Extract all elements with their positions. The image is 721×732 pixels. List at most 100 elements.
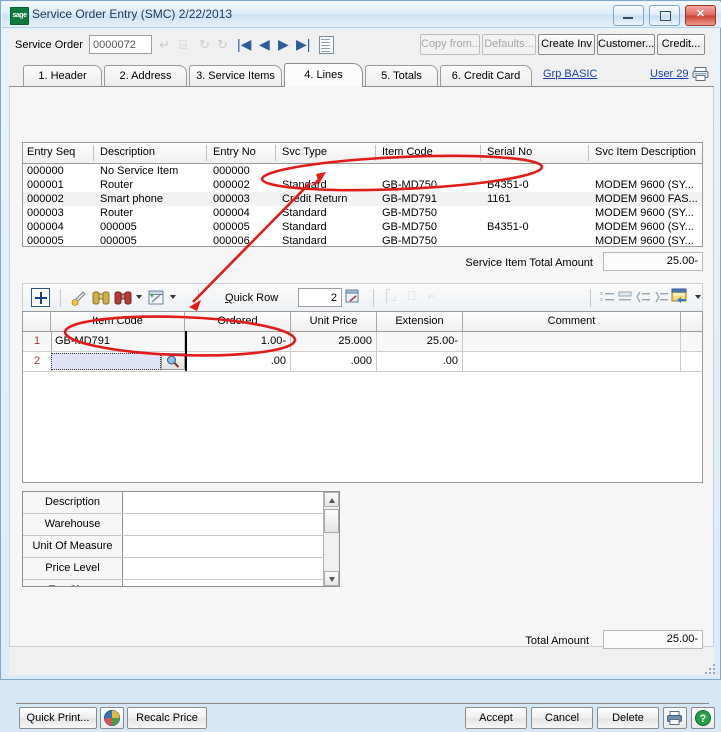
- nav-prev-icon[interactable]: ◀: [259, 35, 270, 53]
- scroll-down-icon[interactable]: [324, 571, 339, 586]
- col-ordered[interactable]: Ordered: [185, 312, 291, 331]
- cell-unit-price[interactable]: .000: [291, 352, 377, 371]
- binoculars-search-icon[interactable]: [92, 289, 110, 309]
- table-row[interactable]: 000003 Router 000004 Standard GB-MD750 M…: [23, 206, 702, 220]
- indent-left-icon[interactable]: [636, 290, 650, 307]
- quick-row-input[interactable]: [298, 288, 342, 307]
- nav-last-icon[interactable]: ▶|: [296, 35, 310, 53]
- cell-item-code[interactable]: GB-MD791: [51, 332, 185, 351]
- table-row[interactable]: 000002 Smart phone 000003 Credit Return …: [23, 192, 702, 206]
- zoom-window-icon[interactable]: [147, 289, 165, 309]
- cell-comment[interactable]: [463, 332, 681, 351]
- group-basic-link[interactable]: Grp BASIC: [543, 68, 597, 80]
- detail-value[interactable]: [124, 492, 322, 513]
- service-order-input[interactable]: [89, 35, 152, 54]
- col-item-code: Item Code: [382, 146, 433, 158]
- cancel-button[interactable]: Cancel: [531, 707, 593, 729]
- cell-row-number: 2: [23, 352, 52, 371]
- credit-button[interactable]: Credit...: [657, 34, 705, 55]
- col-description: Description: [100, 146, 156, 158]
- chevron-down-icon[interactable]: [136, 295, 142, 299]
- cell-serial-no: B4351-0: [487, 221, 529, 233]
- create-inv-button[interactable]: Create Inv: [538, 34, 595, 55]
- sage-icon: sage: [10, 7, 29, 25]
- cell-svc-item-description: MODEM 9600 (SY...: [595, 207, 694, 219]
- tab-address[interactable]: 2. Address: [104, 65, 187, 87]
- table-row[interactable]: 000004 000005 000005 Standard GB-MD750 B…: [23, 220, 702, 234]
- list-item[interactable]: Warehouse: [23, 514, 339, 536]
- printer-icon[interactable]: [663, 707, 687, 729]
- detail-scrollbar[interactable]: [323, 492, 339, 586]
- detail-value[interactable]: [124, 536, 322, 557]
- tab-header[interactable]: 1. Header: [23, 65, 102, 87]
- table-row[interactable]: 000000 No Service Item 000000: [23, 164, 702, 178]
- cell-svc-item-description: MODEM 9600 FAS...: [595, 193, 698, 205]
- close-icon[interactable]: ✕: [685, 5, 716, 26]
- cell-entry-seq: 000002: [27, 193, 64, 205]
- scroll-up-icon[interactable]: [324, 492, 339, 507]
- lines-toolbar: Quick Row ⎡⌟ ⎕ ⌐: [22, 283, 703, 311]
- list-item[interactable]: Unit Of Measure: [23, 536, 339, 558]
- chevron-down-icon[interactable]: [170, 295, 176, 299]
- list-item[interactable]: Description: [23, 492, 339, 514]
- line-detail-grid[interactable]: Description Warehouse Unit Of Measure Pr…: [22, 491, 340, 587]
- tab-lines[interactable]: 4. Lines: [284, 63, 363, 87]
- customer-button[interactable]: Customer...: [597, 34, 655, 55]
- printer-icon[interactable]: [692, 66, 709, 82]
- col-unit-price[interactable]: Unit Price: [291, 312, 377, 331]
- grid-settings-icon[interactable]: [671, 288, 689, 309]
- item-lookup-icon[interactable]: [161, 353, 185, 370]
- cell-svc-item-description: MODEM 9600 (SY...: [595, 179, 694, 191]
- service-items-grid[interactable]: Entry Seq Description Entry No Svc Type …: [22, 142, 703, 247]
- list-item[interactable]: Tax Class: [23, 580, 339, 586]
- list-item[interactable]: Price Level: [23, 558, 339, 580]
- col-extension[interactable]: Extension: [377, 312, 463, 331]
- table-row[interactable]: 2 .00 .000 .00: [23, 352, 702, 372]
- tab-service-items[interactable]: 3. Service Items: [189, 65, 282, 87]
- minimize-icon[interactable]: [612, 5, 644, 26]
- nav-first-icon[interactable]: |◀: [237, 35, 251, 53]
- cell-extension[interactable]: .00: [377, 352, 463, 371]
- list-rows-icon[interactable]: [600, 290, 614, 307]
- goto-row-icon[interactable]: [345, 289, 361, 308]
- help-icon[interactable]: ?: [691, 707, 715, 729]
- cell-item-code-editing[interactable]: [51, 353, 161, 370]
- tab-totals[interactable]: 5. Totals: [365, 65, 438, 87]
- cell-extension[interactable]: 25.00-: [377, 332, 463, 351]
- add-row-icon[interactable]: [31, 288, 50, 307]
- memo-icon[interactable]: [319, 36, 334, 54]
- table-row[interactable]: 1 GB-MD791 1.00- 25.000 25.00-: [23, 332, 702, 352]
- cell-ordered[interactable]: .00: [185, 352, 291, 371]
- scroll-thumb[interactable]: [324, 509, 339, 533]
- detail-value[interactable]: [124, 580, 322, 586]
- title-bar: sage Service Order Entry (SMC) 2/22/2013…: [2, 2, 721, 28]
- print-preview-icon[interactable]: [100, 707, 124, 729]
- table-row[interactable]: 000005 000005 000006 Standard GB-MD750 M…: [23, 234, 702, 246]
- col-item-code[interactable]: Item Code: [51, 312, 185, 331]
- quick-print-button[interactable]: Quick Print...: [19, 707, 97, 729]
- table-row[interactable]: 000001 Router 000002 Standard GB-MD750 B…: [23, 178, 702, 192]
- detail-value[interactable]: [124, 514, 322, 535]
- delete-button[interactable]: Delete: [597, 707, 659, 729]
- row-height-icon[interactable]: [618, 290, 632, 307]
- cell-item-code: GB-MD750: [382, 221, 438, 233]
- binoculars-search-red-icon[interactable]: [114, 289, 132, 309]
- maximize-icon[interactable]: [648, 5, 680, 26]
- indent-right-icon[interactable]: [654, 290, 668, 307]
- col-comment[interactable]: Comment: [463, 312, 681, 331]
- cell-item-code: GB-MD791: [382, 193, 438, 205]
- cell-comment[interactable]: [463, 352, 681, 371]
- recalc-price-button[interactable]: Recalc Price: [127, 707, 207, 729]
- tab-credit-card[interactable]: 6. Credit Card: [440, 65, 532, 87]
- chevron-down-icon[interactable]: [695, 295, 701, 299]
- accept-button[interactable]: Accept: [465, 707, 527, 729]
- svg-text:?: ?: [700, 713, 707, 725]
- nav-next-icon[interactable]: ▶: [278, 35, 289, 53]
- resize-grip[interactable]: [705, 664, 717, 676]
- pencil-icon[interactable]: [70, 289, 88, 310]
- detail-value[interactable]: [124, 558, 322, 579]
- lines-grid[interactable]: Item Code Ordered Unit Price Extension C…: [22, 311, 703, 483]
- cell-unit-price[interactable]: 25.000: [291, 332, 377, 351]
- user-link[interactable]: User 29: [650, 68, 689, 80]
- cell-ordered[interactable]: 1.00-: [185, 332, 291, 351]
